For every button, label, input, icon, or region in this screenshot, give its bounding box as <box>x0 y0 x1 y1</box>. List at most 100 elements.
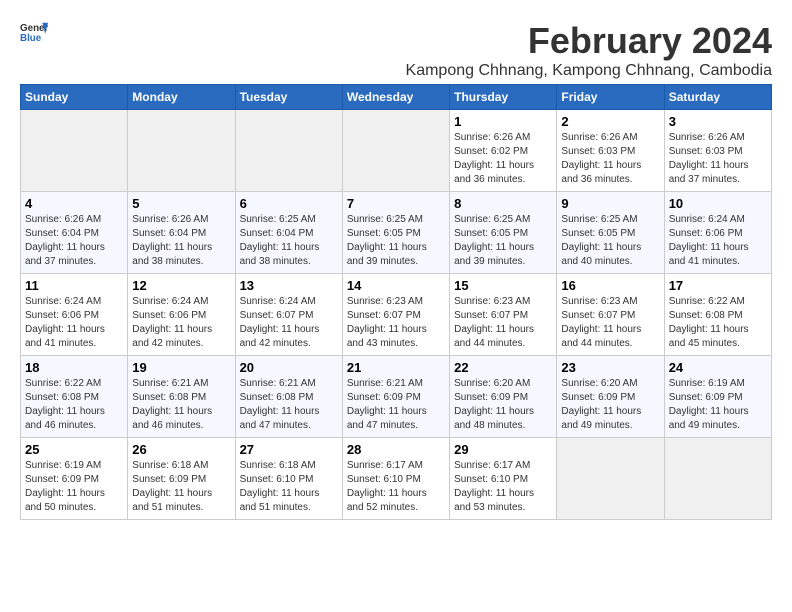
calendar-cell: 16 Sunrise: 6:23 AMSunset: 6:07 PMDayligh… <box>557 274 664 356</box>
calendar-cell: 7 Sunrise: 6:25 AMSunset: 6:05 PMDaylight… <box>342 192 449 274</box>
day-detail: Sunrise: 6:26 AMSunset: 6:03 PMDaylight:… <box>669 131 767 187</box>
calendar-cell: 19 Sunrise: 6:21 AMSunset: 6:08 PMDayligh… <box>128 356 235 438</box>
day-number: 21 <box>347 360 445 375</box>
day-number: 9 <box>561 196 659 211</box>
day-header-tuesday: Tuesday <box>235 85 342 110</box>
calendar-week-1: 1 Sunrise: 6:26 AMSunset: 6:02 PMDaylight… <box>21 110 772 192</box>
day-header-saturday: Saturday <box>664 85 771 110</box>
day-number: 3 <box>669 114 767 129</box>
day-number: 10 <box>669 196 767 211</box>
day-header-friday: Friday <box>557 85 664 110</box>
day-header-sunday: Sunday <box>21 85 128 110</box>
day-detail: Sunrise: 6:22 AMSunset: 6:08 PMDaylight:… <box>669 295 767 351</box>
calendar-cell: 13Sunrise: 6:24 AMSunset: 6:07 PMDayligh… <box>235 274 342 356</box>
day-detail: Sunrise: 6:19 AMSunset: 6:09 PMDaylight:… <box>669 377 767 433</box>
day-detail: Sunrise: 6:23 AMSunset: 6:07 PMDaylight:… <box>454 295 552 351</box>
calendar-cell: 1 Sunrise: 6:26 AMSunset: 6:02 PMDaylight… <box>450 110 557 192</box>
day-detail: Sunrise: 6:19 AMSunset: 6:09 PMDaylight:… <box>25 459 123 515</box>
day-number: 29 <box>454 442 552 457</box>
calendar-cell: 15 Sunrise: 6:23 AMSunset: 6:07 PMDayligh… <box>450 274 557 356</box>
calendar-cell: 10 Sunrise: 6:24 AMSunset: 6:06 PMDayligh… <box>664 192 771 274</box>
calendar-cell: 14 Sunrise: 6:23 AMSunset: 6:07 PMDayligh… <box>342 274 449 356</box>
day-number: 22 <box>454 360 552 375</box>
day-detail: Sunrise: 6:21 AMSunset: 6:08 PMDaylight:… <box>132 377 230 433</box>
day-detail: Sunrise: 6:24 AMSunset: 6:06 PMDaylight:… <box>25 295 123 351</box>
day-number: 11 <box>25 278 123 293</box>
title-block: February 2024 Kampong Chhnang, Kampong C… <box>406 20 772 80</box>
day-detail: Sunrise: 6:24 AMSunset: 6:07 PMDaylight:… <box>240 295 338 351</box>
calendar-cell: 2 Sunrise: 6:26 AMSunset: 6:03 PMDaylight… <box>557 110 664 192</box>
day-detail: Sunrise: 6:18 AMSunset: 6:09 PMDaylight:… <box>132 459 230 515</box>
day-number: 14 <box>347 278 445 293</box>
svg-text:Blue: Blue <box>20 33 42 44</box>
calendar-cell: 12Sunrise: 6:24 AMSunset: 6:06 PMDayligh… <box>128 274 235 356</box>
day-number: 19 <box>132 360 230 375</box>
calendar-cell <box>21 110 128 192</box>
day-number: 8 <box>454 196 552 211</box>
calendar-cell: 29 Sunrise: 6:17 AMSunset: 6:10 PMDayligh… <box>450 438 557 520</box>
day-detail: Sunrise: 6:21 AMSunset: 6:08 PMDaylight:… <box>240 377 338 433</box>
day-detail: Sunrise: 6:26 AMSunset: 6:02 PMDaylight:… <box>454 131 552 187</box>
calendar-cell: 8 Sunrise: 6:25 AMSunset: 6:05 PMDaylight… <box>450 192 557 274</box>
calendar-cell <box>342 110 449 192</box>
calendar-cell: 3 Sunrise: 6:26 AMSunset: 6:03 PMDaylight… <box>664 110 771 192</box>
day-detail: Sunrise: 6:23 AMSunset: 6:07 PMDaylight:… <box>347 295 445 351</box>
calendar-cell: 4 Sunrise: 6:26 AMSunset: 6:04 PMDaylight… <box>21 192 128 274</box>
day-number: 12 <box>132 278 230 293</box>
day-number: 1 <box>454 114 552 129</box>
day-number: 5 <box>132 196 230 211</box>
day-number: 28 <box>347 442 445 457</box>
day-detail: Sunrise: 6:26 AMSunset: 6:04 PMDaylight:… <box>132 213 230 269</box>
day-header-wednesday: Wednesday <box>342 85 449 110</box>
day-detail: Sunrise: 6:25 AMSunset: 6:05 PMDaylight:… <box>347 213 445 269</box>
calendar-cell: 9 Sunrise: 6:25 AMSunset: 6:05 PMDaylight… <box>557 192 664 274</box>
day-detail: Sunrise: 6:24 AMSunset: 6:06 PMDaylight:… <box>669 213 767 269</box>
calendar-cell: 27Sunrise: 6:18 AMSunset: 6:10 PMDayligh… <box>235 438 342 520</box>
day-detail: Sunrise: 6:26 AMSunset: 6:04 PMDaylight:… <box>25 213 123 269</box>
logo: General Blue <box>20 20 48 48</box>
day-detail: Sunrise: 6:26 AMSunset: 6:03 PMDaylight:… <box>561 131 659 187</box>
day-number: 15 <box>454 278 552 293</box>
day-detail: Sunrise: 6:25 AMSunset: 6:05 PMDaylight:… <box>454 213 552 269</box>
logo-icon: General Blue <box>20 20 48 48</box>
day-number: 23 <box>561 360 659 375</box>
calendar-week-3: 11 Sunrise: 6:24 AMSunset: 6:06 PMDayligh… <box>21 274 772 356</box>
calendar-body: 1 Sunrise: 6:26 AMSunset: 6:02 PMDaylight… <box>21 110 772 520</box>
day-number: 27 <box>240 442 338 457</box>
calendar-cell: 24 Sunrise: 6:19 AMSunset: 6:09 PMDayligh… <box>664 356 771 438</box>
calendar-cell <box>235 110 342 192</box>
calendar-cell: 5 Sunrise: 6:26 AMSunset: 6:04 PMDaylight… <box>128 192 235 274</box>
main-title: February 2024 <box>406 20 772 62</box>
day-header-monday: Monday <box>128 85 235 110</box>
day-number: 24 <box>669 360 767 375</box>
calendar-cell <box>664 438 771 520</box>
day-detail: Sunrise: 6:22 AMSunset: 6:08 PMDaylight:… <box>25 377 123 433</box>
day-number: 16 <box>561 278 659 293</box>
day-number: 6 <box>240 196 338 211</box>
calendar-cell: 23Sunrise: 6:20 AMSunset: 6:09 PMDayligh… <box>557 356 664 438</box>
subtitle: Kampong Chhnang, Kampong Chhnang, Cambod… <box>406 62 772 80</box>
day-number: 7 <box>347 196 445 211</box>
calendar-cell <box>128 110 235 192</box>
day-detail: Sunrise: 6:25 AMSunset: 6:05 PMDaylight:… <box>561 213 659 269</box>
day-number: 18 <box>25 360 123 375</box>
calendar-cell: 25Sunrise: 6:19 AMSunset: 6:09 PMDayligh… <box>21 438 128 520</box>
calendar-cell: 21Sunrise: 6:21 AMSunset: 6:09 PMDayligh… <box>342 356 449 438</box>
calendar-cell: 11 Sunrise: 6:24 AMSunset: 6:06 PMDayligh… <box>21 274 128 356</box>
calendar-week-4: 18 Sunrise: 6:22 AMSunset: 6:08 PMDayligh… <box>21 356 772 438</box>
day-number: 17 <box>669 278 767 293</box>
day-detail: Sunrise: 6:23 AMSunset: 6:07 PMDaylight:… <box>561 295 659 351</box>
day-detail: Sunrise: 6:20 AMSunset: 6:09 PMDaylight:… <box>454 377 552 433</box>
page-header: General Blue February 2024 Kampong Chhna… <box>20 20 772 80</box>
day-number: 4 <box>25 196 123 211</box>
day-header-thursday: Thursday <box>450 85 557 110</box>
calendar-header-row: SundayMondayTuesdayWednesdayThursdayFrid… <box>21 85 772 110</box>
calendar-cell: 22 Sunrise: 6:20 AMSunset: 6:09 PMDayligh… <box>450 356 557 438</box>
calendar-cell: 20Sunrise: 6:21 AMSunset: 6:08 PMDayligh… <box>235 356 342 438</box>
calendar-week-2: 4 Sunrise: 6:26 AMSunset: 6:04 PMDaylight… <box>21 192 772 274</box>
calendar-cell: 17 Sunrise: 6:22 AMSunset: 6:08 PMDayligh… <box>664 274 771 356</box>
day-number: 2 <box>561 114 659 129</box>
day-detail: Sunrise: 6:17 AMSunset: 6:10 PMDaylight:… <box>454 459 552 515</box>
day-number: 26 <box>132 442 230 457</box>
calendar-table: SundayMondayTuesdayWednesdayThursdayFrid… <box>20 84 772 520</box>
